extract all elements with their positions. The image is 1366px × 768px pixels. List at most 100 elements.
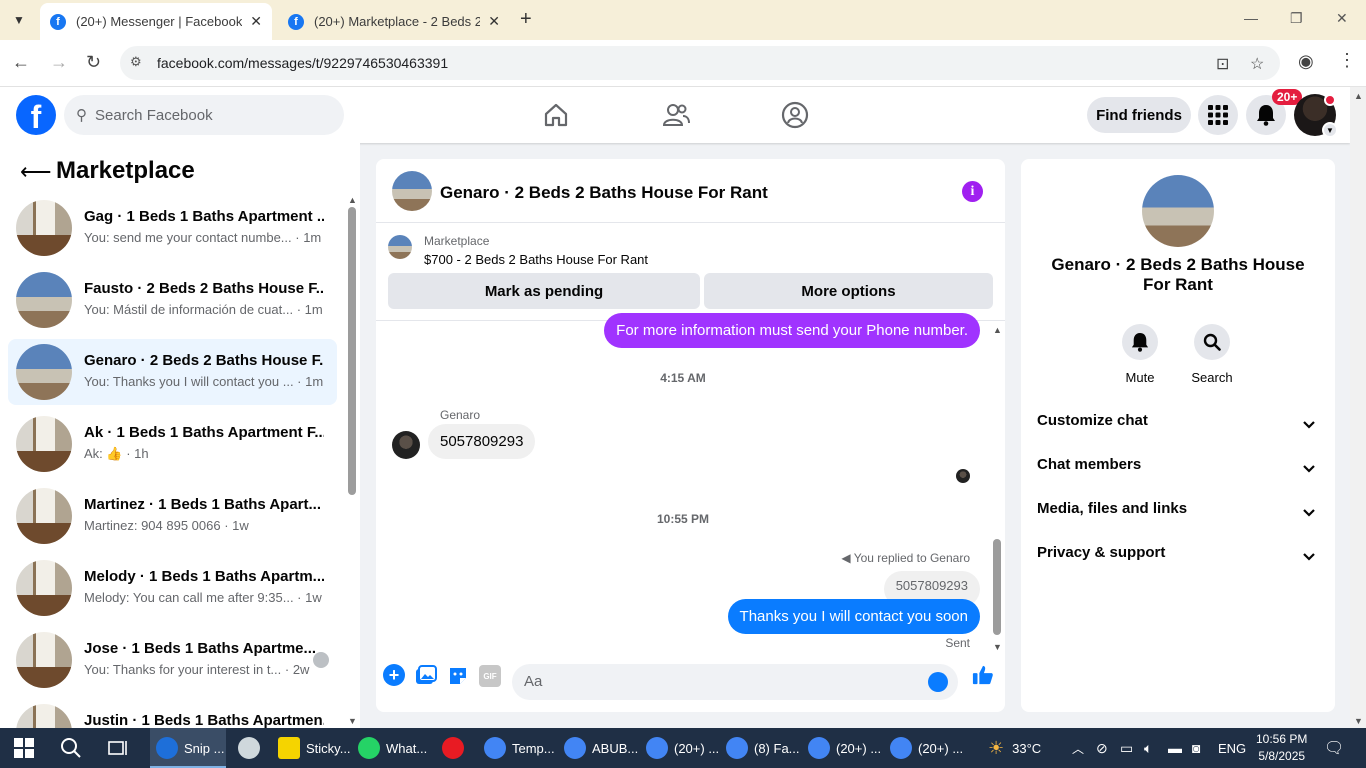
- gif-icon[interactable]: GIF: [479, 665, 501, 687]
- info-icon[interactable]: i: [962, 181, 983, 202]
- windows-start-icon[interactable]: [14, 728, 34, 768]
- taskbar-app-chrome[interactable]: (8) Fa...: [726, 728, 800, 768]
- facebook-search[interactable]: ⚲: [64, 95, 344, 135]
- conversation-item[interactable]: Martinez · 1 Beds 1 Baths Apart... Marti…: [8, 483, 337, 549]
- display-icon[interactable]: ▭: [1120, 728, 1133, 768]
- taskbar-app-whatsapp[interactable]: What...: [358, 728, 427, 768]
- sticker-icon[interactable]: [447, 665, 469, 687]
- address-bar[interactable]: ⚙ facebook.com/messages/t/92297465304633…: [120, 46, 1280, 80]
- taskbar-app[interactable]: [238, 728, 266, 768]
- listing-thumbnail: [16, 704, 72, 728]
- conversation-item-selected[interactable]: Genaro · 2 Beds 2 Baths House F... You: …: [8, 339, 337, 405]
- more-options-button[interactable]: More options: [704, 273, 993, 309]
- conversation-item[interactable]: Melody · 1 Beds 1 Baths Apartm... Melody…: [8, 555, 337, 621]
- conversation-item[interactable]: Fausto · 2 Beds 2 Baths House F... You: …: [8, 267, 337, 333]
- add-attachment-icon[interactable]: +: [383, 664, 405, 686]
- taskbar-search-icon[interactable]: [60, 728, 82, 768]
- outgoing-message[interactable]: Thanks you I will contact you soon: [727, 599, 980, 634]
- taskbar-app-chrome[interactable]: (20+) ...: [646, 728, 719, 768]
- close-tab-icon[interactable]: ✕: [488, 13, 500, 30]
- menu-grid-icon[interactable]: [1198, 95, 1238, 135]
- sender-avatar[interactable]: [392, 431, 420, 459]
- taskbar-app-chrome[interactable]: (20+) ...: [890, 728, 963, 768]
- taskbar-app-snip[interactable]: Snip ...: [150, 728, 226, 768]
- chat-title[interactable]: Genaro · 2 Beds 2 Baths House For Rant: [440, 183, 768, 203]
- scroll-up-icon[interactable]: ▲: [348, 195, 357, 205]
- minimize-icon[interactable]: —: [1244, 10, 1258, 26]
- bookmark-star-icon[interactable]: ☆: [1250, 54, 1264, 74]
- camera-icon[interactable]: ◙: [1192, 728, 1200, 768]
- close-window-icon[interactable]: ✕: [1336, 10, 1348, 27]
- find-friends-button[interactable]: Find friends: [1087, 97, 1191, 133]
- customize-chat-section[interactable]: Customize chat: [1037, 412, 1319, 436]
- search-input[interactable]: [95, 106, 315, 124]
- message-input-box[interactable]: [512, 664, 958, 700]
- scroll-up-icon[interactable]: ▲: [1354, 91, 1363, 101]
- listing-thumbnail[interactable]: [388, 235, 412, 259]
- tab-messenger[interactable]: f (20+) Messenger | Facebook ✕: [40, 3, 272, 40]
- facebook-logo-icon[interactable]: f: [16, 95, 56, 135]
- restore-icon[interactable]: ❐: [1290, 10, 1303, 27]
- home-icon[interactable]: [538, 97, 574, 133]
- listing-thumbnail[interactable]: [1142, 175, 1214, 247]
- tab-list-chevron-icon[interactable]: ▼: [6, 8, 32, 32]
- conversation-item[interactable]: Gag · 1 Beds 1 Baths Apartment ... You: …: [8, 195, 337, 261]
- emoji-icon[interactable]: [928, 672, 948, 692]
- taskbar-app-chrome[interactable]: (20+) ...: [808, 728, 881, 768]
- listing-thumbnail[interactable]: [392, 171, 432, 211]
- conversation-list-scrollbar[interactable]: ▲ ▼: [344, 195, 360, 726]
- task-view-icon[interactable]: [108, 728, 130, 768]
- incoming-message[interactable]: 5057809293: [428, 424, 536, 459]
- conversation-item[interactable]: Ak · 1 Beds 1 Baths Apartment F... Ak: 👍…: [8, 411, 337, 477]
- show-hidden-icons-icon[interactable]: ︿: [1072, 728, 1084, 768]
- chat-scrollbar[interactable]: ▲ ▼: [990, 321, 1005, 652]
- mark-as-pending-button[interactable]: Mark as pending: [388, 273, 700, 309]
- scroll-down-icon[interactable]: ▼: [348, 716, 357, 726]
- photo-icon[interactable]: [415, 665, 437, 687]
- scroll-down-icon[interactable]: ▼: [993, 642, 1002, 652]
- weather-widget[interactable]: ☀ 33°C: [988, 728, 1041, 768]
- action-center-icon[interactable]: 🗨︎: [1324, 728, 1344, 768]
- groups-icon[interactable]: [777, 97, 813, 133]
- forward-icon[interactable]: →: [50, 52, 68, 73]
- battery-icon[interactable]: ▬: [1168, 728, 1182, 768]
- network-icon[interactable]: ⊘: [1096, 728, 1108, 768]
- browser-menu-icon[interactable]: ⋮: [1338, 50, 1356, 71]
- listing-price[interactable]: $700 - 2 Beds 2 Baths House For Rant: [424, 252, 648, 267]
- search-in-conversation-button[interactable]: Search: [1182, 324, 1242, 385]
- language-indicator[interactable]: ENG: [1218, 728, 1246, 768]
- chat-members-section[interactable]: Chat members: [1037, 456, 1319, 480]
- tab-marketplace[interactable]: f (20+) Marketplace - 2 Beds 2 Baths ✕: [278, 3, 510, 40]
- conversation-item[interactable]: Jose · 1 Beds 1 Baths Apartme... You: Th…: [8, 627, 337, 693]
- url-text[interactable]: facebook.com/messages/t/9229746530463391: [157, 55, 448, 71]
- taskbar-app-chrome[interactable]: ABUB...: [564, 728, 638, 768]
- scroll-up-icon[interactable]: ▲: [993, 325, 1002, 335]
- scrollbar-thumb[interactable]: [993, 539, 1001, 635]
- system-clock[interactable]: 10:56 PM 5/8/2025: [1256, 731, 1307, 765]
- browser-profile-icon[interactable]: ◉: [1298, 51, 1314, 72]
- page-scrollbar[interactable]: ▲ ▼: [1350, 87, 1366, 728]
- taskbar-app-label: (20+) ...: [674, 740, 720, 756]
- volume-icon[interactable]: 🔈︎: [1144, 728, 1152, 768]
- scroll-down-icon[interactable]: ▼: [1354, 716, 1363, 726]
- outgoing-message[interactable]: For more information must send your Phon…: [604, 313, 980, 348]
- like-thumb-icon[interactable]: [972, 664, 994, 686]
- friends-icon[interactable]: [658, 97, 694, 133]
- mute-button[interactable]: Mute: [1110, 324, 1170, 385]
- taskbar-app-opera[interactable]: [442, 728, 470, 768]
- conversation-item[interactable]: Justin · 1 Beds 1 Baths Apartmen...: [8, 699, 337, 728]
- install-app-icon[interactable]: ⊡: [1216, 54, 1229, 74]
- taskbar-app-chrome[interactable]: Temp...: [484, 728, 555, 768]
- message-input[interactable]: [524, 673, 904, 690]
- close-tab-icon[interactable]: ✕: [250, 13, 262, 30]
- site-info-icon[interactable]: ⚙: [130, 54, 142, 70]
- back-arrow-icon[interactable]: ⟵: [20, 159, 52, 185]
- scrollbar-thumb[interactable]: [348, 207, 356, 495]
- media-files-links-section[interactable]: Media, files and links: [1037, 500, 1319, 524]
- reload-icon[interactable]: ↻: [86, 52, 101, 73]
- back-icon[interactable]: ←: [12, 52, 30, 73]
- account-avatar[interactable]: ▼: [1294, 94, 1338, 138]
- privacy-support-section[interactable]: Privacy & support: [1037, 544, 1319, 568]
- new-tab-icon[interactable]: +: [520, 8, 532, 31]
- taskbar-app-sticky[interactable]: Sticky...: [278, 728, 351, 768]
